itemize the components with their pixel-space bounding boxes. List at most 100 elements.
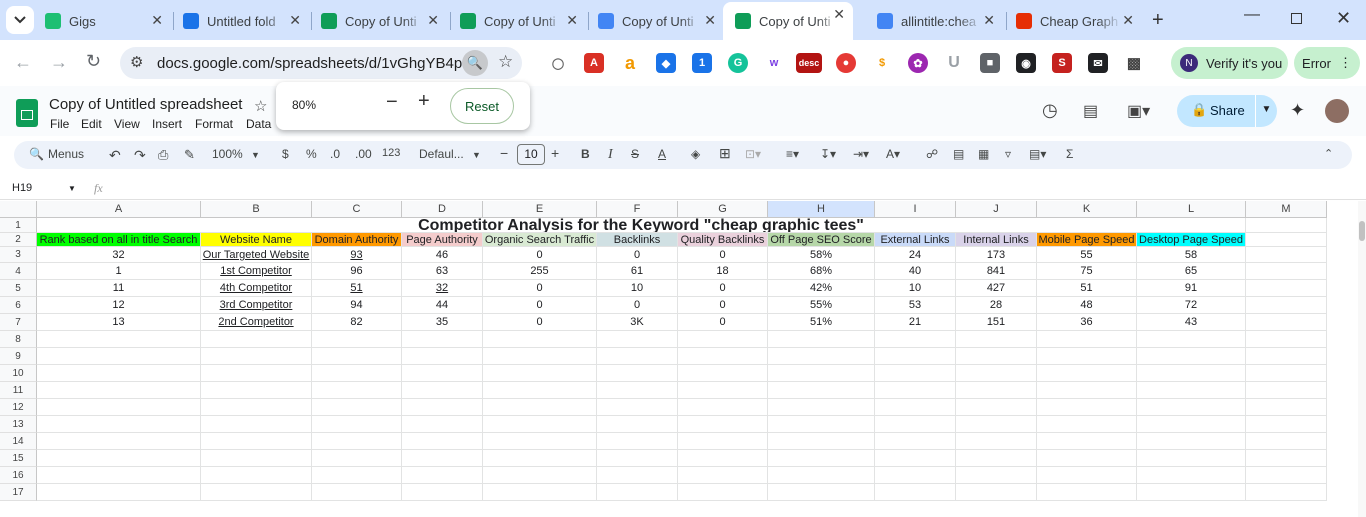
empty-cell[interactable] bbox=[483, 467, 597, 484]
borders-icon[interactable]: ⊞ bbox=[719, 145, 731, 162]
data-cell[interactable]: 0 bbox=[483, 247, 597, 263]
empty-cell[interactable] bbox=[768, 416, 875, 433]
empty-cell[interactable] bbox=[875, 348, 956, 365]
undo-icon[interactable]: ↶ bbox=[109, 147, 121, 164]
empty-cell[interactable] bbox=[956, 416, 1037, 433]
empty-cell[interactable] bbox=[1037, 433, 1137, 450]
browser-tab[interactable]: Gigs ✕ bbox=[45, 8, 163, 34]
data-cell[interactable]: 42% bbox=[768, 280, 875, 297]
menus-search[interactable]: Menus bbox=[48, 147, 84, 161]
row-header[interactable]: 6 bbox=[0, 297, 37, 314]
share-dropdown-icon[interactable]: ▼ bbox=[1255, 95, 1277, 127]
data-cell[interactable]: 94 bbox=[312, 297, 402, 314]
data-cell[interactable]: 58% bbox=[768, 247, 875, 263]
empty-cell[interactable] bbox=[875, 433, 956, 450]
empty-cell[interactable] bbox=[402, 433, 483, 450]
empty-cell[interactable] bbox=[956, 433, 1037, 450]
empty-cell[interactable] bbox=[1137, 484, 1246, 501]
empty-cell[interactable] bbox=[597, 348, 678, 365]
empty-cell[interactable] bbox=[678, 467, 768, 484]
data-cell[interactable]: 1 bbox=[37, 263, 201, 280]
browser-tab[interactable]: Cheap Graph ✕ bbox=[1016, 8, 1134, 34]
empty-cell[interactable] bbox=[402, 382, 483, 399]
data-cell[interactable]: 91 bbox=[1137, 280, 1246, 297]
sheets-logo-icon[interactable] bbox=[16, 99, 38, 127]
data-cell[interactable]: 18 bbox=[678, 263, 768, 280]
empty-cell[interactable] bbox=[1037, 399, 1137, 416]
data-cell[interactable]: 0 bbox=[678, 297, 768, 314]
text-color-icon[interactable]: A bbox=[658, 147, 666, 161]
column-header-a[interactable]: A bbox=[37, 201, 201, 218]
extension-badge-icon[interactable]: 1 bbox=[692, 53, 712, 73]
row-header[interactable]: 5 bbox=[0, 280, 37, 297]
menu-file[interactable]: File bbox=[50, 117, 69, 131]
close-tab-icon[interactable]: ✕ bbox=[289, 12, 301, 29]
menu-format[interactable]: Format bbox=[195, 117, 233, 131]
zoom-reset-button[interactable]: Reset bbox=[450, 88, 514, 124]
empty-cell[interactable] bbox=[1037, 331, 1137, 348]
row-header[interactable]: 8 bbox=[0, 331, 37, 348]
header-cell[interactable]: Quality Backlinks bbox=[678, 233, 768, 247]
browser-tab[interactable]: Copy of Unti ✕ bbox=[321, 8, 439, 34]
header-cell[interactable]: Page Authority bbox=[402, 233, 483, 247]
name-box-dropdown-icon[interactable]: ▼ bbox=[68, 184, 76, 193]
user-avatar[interactable] bbox=[1325, 99, 1349, 123]
empty-cell[interactable] bbox=[1246, 484, 1327, 501]
empty-cell[interactable] bbox=[875, 467, 956, 484]
column-header-g[interactable]: G bbox=[678, 201, 768, 218]
empty-cell[interactable] bbox=[1246, 233, 1327, 247]
empty-cell[interactable] bbox=[201, 433, 312, 450]
data-cell[interactable]: 51 bbox=[312, 280, 402, 297]
italic-icon[interactable]: I bbox=[608, 147, 613, 163]
data-cell[interactable]: 63 bbox=[402, 263, 483, 280]
browser-tab[interactable]: Untitled fold ✕ bbox=[183, 8, 301, 34]
empty-cell[interactable] bbox=[1246, 467, 1327, 484]
zoom-select[interactable]: 100% bbox=[212, 147, 243, 161]
empty-cell[interactable] bbox=[875, 416, 956, 433]
comments-icon[interactable]: ▤ bbox=[1083, 101, 1098, 121]
data-cell[interactable]: 10 bbox=[597, 280, 678, 297]
row-header[interactable]: 10 bbox=[0, 365, 37, 382]
data-cell[interactable]: 65 bbox=[1137, 263, 1246, 280]
empty-cell[interactable] bbox=[678, 365, 768, 382]
data-cell[interactable]: 48 bbox=[1037, 297, 1137, 314]
close-window-button[interactable]: ✕ bbox=[1336, 8, 1351, 29]
row-header[interactable]: 15 bbox=[0, 450, 37, 467]
share-button[interactable]: 🔒 Share ▼ bbox=[1177, 95, 1277, 127]
empty-cell[interactable] bbox=[201, 416, 312, 433]
empty-cell[interactable] bbox=[483, 484, 597, 501]
empty-cell[interactable] bbox=[1246, 365, 1327, 382]
browser-tab[interactable]: Copy of Unti ✕ bbox=[723, 2, 853, 40]
empty-cell[interactable] bbox=[37, 331, 201, 348]
pokeball-extension-icon[interactable]: ● bbox=[836, 53, 856, 73]
empty-cell[interactable] bbox=[1137, 433, 1246, 450]
empty-cell[interactable] bbox=[312, 365, 402, 382]
desc-extension-icon[interactable]: desc bbox=[796, 53, 822, 73]
header-cell[interactable]: Internal Links bbox=[956, 233, 1037, 247]
empty-cell[interactable] bbox=[312, 433, 402, 450]
redo-icon[interactable]: ↷ bbox=[134, 147, 146, 164]
row-header[interactable]: 1 bbox=[0, 218, 37, 233]
empty-cell[interactable] bbox=[956, 399, 1037, 416]
header-cell[interactable]: Desktop Page Speed bbox=[1137, 233, 1246, 247]
empty-cell[interactable] bbox=[312, 331, 402, 348]
column-header-i[interactable]: I bbox=[875, 201, 956, 218]
empty-cell[interactable] bbox=[956, 331, 1037, 348]
data-cell[interactable]: 0 bbox=[483, 280, 597, 297]
empty-cell[interactable] bbox=[312, 450, 402, 467]
tab-search-button[interactable] bbox=[6, 6, 34, 34]
empty-cell[interactable] bbox=[1137, 382, 1246, 399]
data-cell[interactable]: 82 bbox=[312, 314, 402, 331]
insert-link-icon[interactable]: ☍ bbox=[926, 147, 938, 161]
empty-cell[interactable] bbox=[597, 331, 678, 348]
text-rotation-icon[interactable]: A▾ bbox=[886, 147, 900, 161]
close-tab-icon[interactable]: ✕ bbox=[833, 6, 845, 23]
browser-tab[interactable]: allintitle:chea ✕ bbox=[877, 8, 995, 34]
data-cell[interactable]: 43 bbox=[1137, 314, 1246, 331]
empty-cell[interactable] bbox=[597, 450, 678, 467]
empty-cell[interactable] bbox=[312, 399, 402, 416]
forward-button[interactable]: → bbox=[50, 52, 68, 73]
empty-cell[interactable] bbox=[1246, 280, 1327, 297]
minimize-button[interactable]: — bbox=[1244, 6, 1260, 24]
empty-cell[interactable] bbox=[201, 450, 312, 467]
